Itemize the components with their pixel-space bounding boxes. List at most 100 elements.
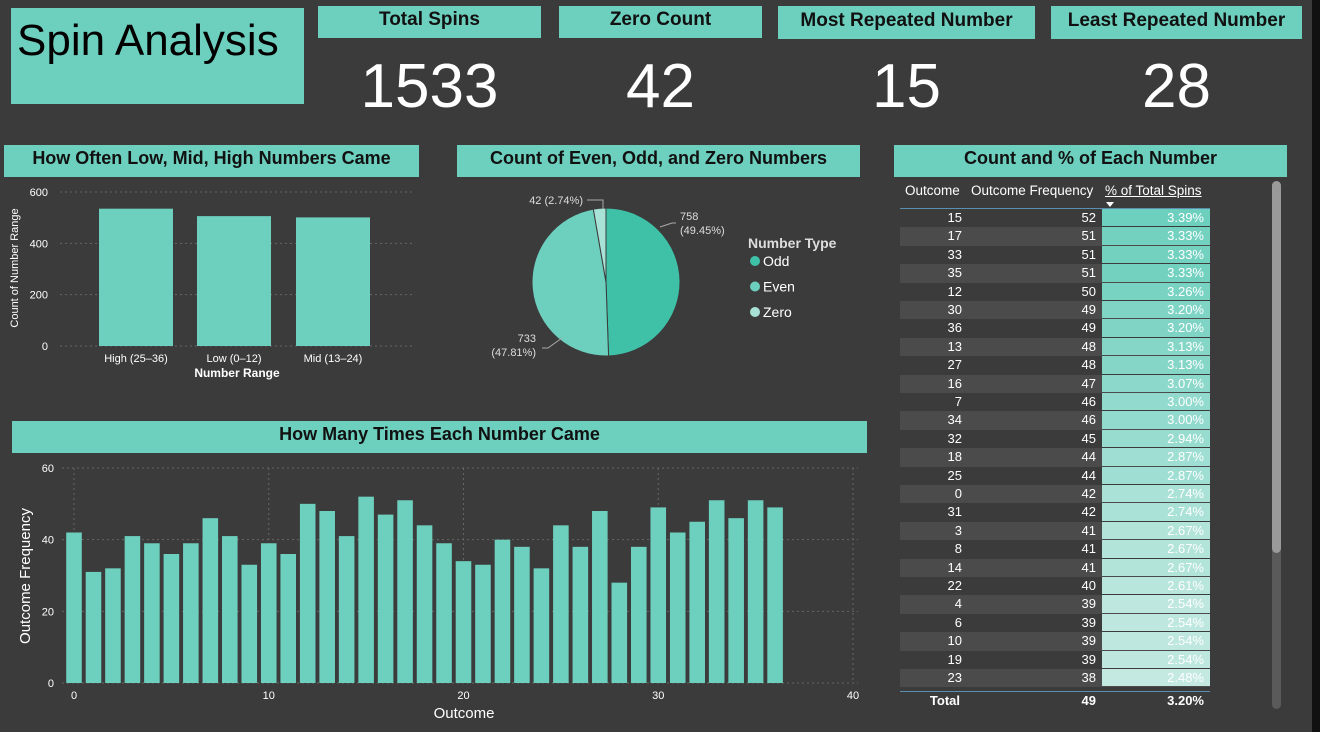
table-cell-outcome: 25 [947,467,962,483]
frequency-bar [669,532,686,683]
parity-pie-chart: 758 (49.45%) 733 (47.81%) 42 (2.74%) Number … [491,195,837,359]
right-edge-border [1312,0,1320,732]
frequency-bar [85,571,102,683]
table-cell-frequency: 51 [1081,265,1096,281]
pie-leader-odd [659,222,676,228]
legend-label-even: Even [763,279,795,295]
table-cell-percent: 2.54% [1102,595,1210,613]
table-cell-frequency: 38 [1081,670,1096,685]
frequency-bar [260,543,277,683]
table-cell-frequency: 49 [1081,302,1096,317]
frequency-bar [280,554,297,683]
frequency-bar [202,518,219,683]
frequency-bar [222,536,238,683]
table-cell-frequency: 44 [1081,467,1096,483]
table-cell-percent: 3.20% [1102,319,1210,337]
pie-label-odd-pct: (49.45%) [680,225,725,237]
legend-marker-even [750,281,760,292]
table-row: 12 50 3.26% [900,282,1210,301]
table-cell-outcome: 10 [947,633,962,649]
table-cell-outcome: 6 [954,614,962,630]
table-cell-frequency: 41 [1081,541,1096,557]
legend-marker-zero [750,307,760,317]
range-x-tick-label: High (25–36) [104,353,168,365]
table-cell-frequency: 51 [1081,228,1096,244]
table-cell-frequency: 39 [1081,633,1096,649]
table-cell-frequency: 48 [1081,357,1096,373]
range-bar-chart: 0 200 400 600 High (25–36) Low (0–12) Mid (13–… [9,187,412,380]
total-frequency: 49 [1081,693,1096,708]
table-cell-percent: 3.39% [1102,209,1210,227]
table-cell-frequency: 46 [1081,394,1096,409]
table-row: 14 41 2.67% [900,558,1210,577]
pie-slice-odd [605,207,681,357]
pie-label-even-value: 733 [518,333,536,345]
kpi-label-most-repeated: Most Repeated Number [778,6,1035,39]
frequency-bar [299,503,316,683]
table-cell-percent: 3.33% [1102,227,1210,245]
parity-chart-title: Count of Even, Odd, and Zero Numbers [457,145,860,177]
frequency-bar [728,518,744,683]
table-cell-frequency: 50 [1081,283,1096,299]
kpi-label-zero-count: Zero Count [559,6,762,38]
frequency-y-tick-label: 0 [48,678,54,690]
frequency-bar [494,539,511,683]
table-cell-percent: 2.74% [1102,485,1210,503]
table-row: 36 49 3.20% [900,319,1210,338]
table-row: 34 46 3.00% [900,411,1210,430]
table-row: 18 44 2.87% [900,448,1210,467]
frequency-x-tick-label: 30 [652,690,664,702]
table-scrollbar-thumb[interactable] [1272,181,1281,553]
col-header-percent[interactable]: % of Total Spins [1105,180,1202,208]
frequency-chart-title: How Many Times Each Number Came [12,421,867,453]
col-header-outcome[interactable]: Outcome [905,180,960,208]
table-row: 16 47 3.07% [900,374,1210,393]
table-row: 31 42 2.74% [900,503,1210,522]
number-table: Outcome Outcome Frequency % of Total Spi… [900,180,1210,710]
table-cell-outcome: 30 [947,302,962,317]
table-cell-outcome: 8 [954,541,962,557]
kpi-value-total-spins: 1533 [360,52,499,121]
table-row: 17 51 3.33% [900,227,1210,246]
frequency-bar [475,564,491,683]
table-cell-percent: 3.26% [1102,282,1210,300]
table-cell-percent: 3.00% [1102,411,1210,429]
frequency-y-tick-label: 40 [42,535,54,547]
table-cell-percent: 3.20% [1102,301,1210,319]
table-row: 25 44 2.87% [900,466,1210,485]
range-chart-title: How Often Low, Mid, High Numbers Came [4,145,419,177]
col-header-frequency[interactable]: Outcome Frequency [971,180,1093,208]
table-cell-percent: 3.00% [1102,393,1210,411]
page-title: Spin Analysis [17,16,279,65]
table-cell-outcome: 33 [947,246,962,262]
frequency-bar [630,546,647,683]
range-y-tick-label: 600 [30,187,48,199]
table-cell-percent: 2.67% [1102,540,1210,558]
pie-legend-title: Number Type [748,235,837,251]
table-cell-outcome: 13 [947,338,962,354]
frequency-bar [105,568,121,683]
frequency-x-tick-label: 0 [71,690,77,702]
range-y-tick-label: 0 [42,341,48,353]
frequency-y-tick-label: 60 [42,463,54,475]
table-total-row: Total 49 3.20% [900,692,1210,710]
table-cell-frequency: 46 [1081,412,1096,428]
table-row: 32 45 2.94% [900,429,1210,449]
frequency-bar [124,536,141,683]
table-cell-outcome: 15 [947,210,962,225]
frequency-bar [183,543,199,683]
table-cell-percent: 2.48% [1102,669,1210,687]
range-bar [99,208,173,346]
legend-label-odd: Odd [763,253,789,269]
frequency-bar [338,536,355,683]
table-cell-percent: 2.87% [1102,466,1210,484]
frequency-bar [144,543,160,683]
table-cell-frequency: 47 [1081,375,1096,391]
frequency-bar [533,568,550,683]
kpi-value-zero-count: 42 [626,52,695,121]
table-cell-percent: 3.07% [1102,374,1210,392]
frequency-chart-xlabel: Outcome [434,705,495,722]
frequency-bar [436,543,452,683]
total-percent: 3.20% [1167,693,1204,708]
table-cell-percent: 3.13% [1102,356,1210,374]
